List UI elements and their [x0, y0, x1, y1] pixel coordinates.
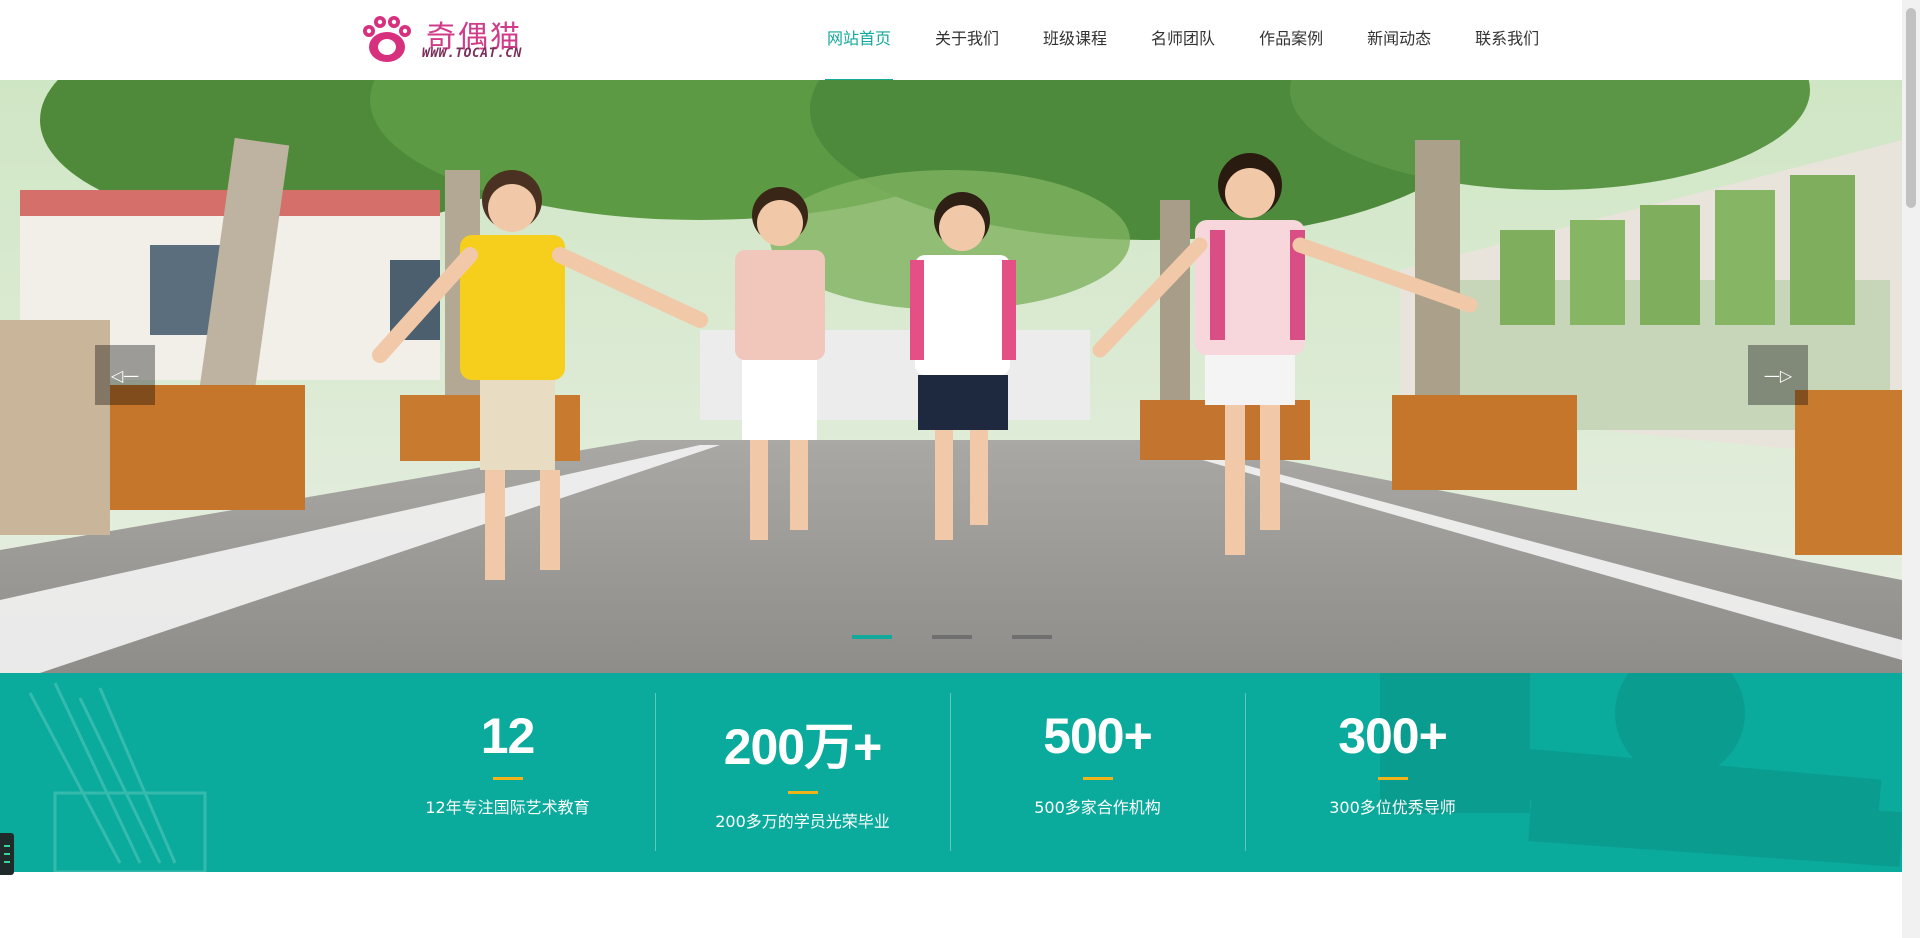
stat-number: 200万+ — [723, 719, 883, 775]
stat-number: 500+ — [1043, 708, 1153, 764]
stat-underline — [492, 777, 523, 780]
stat-label: 500多家合作机构 — [1034, 798, 1161, 817]
stat-label: 200多万的学员光荣毕业 — [715, 812, 890, 831]
slider-prev-button[interactable]: ◁— — [95, 345, 155, 405]
nav-item-works[interactable]: 作品案例 — [1237, 0, 1345, 80]
hero-banner[interactable]: ◁— —▷ — [0, 80, 1902, 673]
stat-label: 12年专注国际艺术教育 — [425, 798, 590, 817]
logo-url-text: WWW.TOCAT.CN — [422, 46, 522, 61]
stat-number: 12 — [480, 708, 536, 764]
stat-partners: 500+ 500多家合作机构 — [950, 693, 1245, 853]
stat-students: 200万+ 200多万的学员光荣毕业 — [655, 693, 950, 853]
stat-underline — [787, 791, 818, 794]
site-header: 奇偶猫 WWW.TOCAT.CN 网站首页 关于我们 班级课程 名师团队 作品案… — [0, 0, 1902, 81]
site-logo[interactable]: 奇偶猫 WWW.TOCAT.CN — [360, 12, 530, 68]
main-nav: 网站首页 关于我们 班级课程 名师团队 作品案例 新闻动态 联系我们 — [805, 0, 1561, 81]
widget-mark — [4, 853, 10, 855]
floating-side-widget[interactable] — [0, 833, 14, 875]
stat-number: 300+ — [1338, 708, 1448, 764]
stat-years: 12 12年专注国际艺术教育 — [360, 693, 655, 853]
hero-photo-children-running — [0, 80, 1902, 673]
stat-label: 300多位优秀导师 — [1329, 798, 1456, 817]
widget-mark — [4, 845, 10, 847]
widget-mark — [4, 861, 10, 863]
nav-item-news[interactable]: 新闻动态 — [1345, 0, 1453, 80]
nav-item-contact[interactable]: 联系我们 — [1453, 0, 1561, 80]
slider-next-button[interactable]: —▷ — [1748, 345, 1808, 405]
slider-pagination — [852, 635, 1052, 639]
slider-dot-2[interactable] — [932, 635, 972, 639]
nav-item-teachers[interactable]: 名师团队 — [1129, 0, 1237, 80]
slider-dot-3[interactable] — [1012, 635, 1052, 639]
stat-underline — [1377, 777, 1408, 780]
nav-item-home[interactable]: 网站首页 — [805, 0, 913, 81]
stats-band: 12 12年专注国际艺术教育 200万+ 200多万的学员光荣毕业 500+ 5… — [0, 673, 1902, 872]
page-scrollbar[interactable] — [1902, 0, 1920, 938]
paw-logo-icon — [363, 16, 411, 62]
nav-item-courses[interactable]: 班级课程 — [1021, 0, 1129, 80]
stat-underline — [1082, 777, 1113, 780]
nav-item-about[interactable]: 关于我们 — [913, 0, 1021, 80]
stat-teachers: 300+ 300多位优秀导师 — [1245, 693, 1540, 853]
scrollbar-thumb[interactable] — [1906, 8, 1916, 208]
slider-dot-1[interactable] — [852, 635, 892, 639]
